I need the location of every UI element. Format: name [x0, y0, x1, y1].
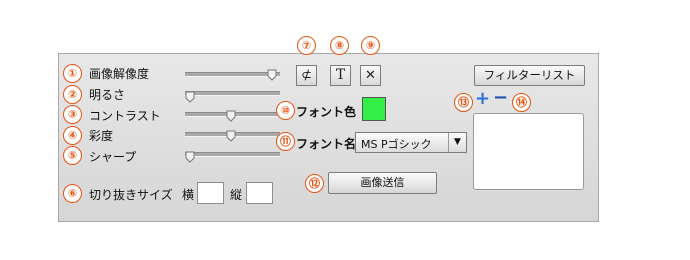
marker-3: ③ [63, 105, 82, 124]
resolution-slider-thumb[interactable] [267, 69, 277, 81]
crop-icon: ⊄ [301, 68, 312, 83]
contrast-slider-thumb[interactable] [226, 110, 236, 122]
font-name-select[interactable]: MS Pゴシック ▼ [355, 132, 467, 153]
add-filter-icon[interactable]: + [475, 89, 490, 109]
marker-12: ⑫ [305, 174, 324, 193]
text-tool-button[interactable]: T [330, 65, 351, 86]
send-image-button[interactable]: 画像送信 [328, 172, 437, 194]
filter-list-button[interactable]: フィルターリスト [474, 65, 585, 86]
marker-9: ⑨ [361, 36, 380, 55]
marker-11: ⑪ [276, 132, 295, 151]
saturation-slider-thumb[interactable] [226, 130, 236, 142]
font-color-swatch[interactable] [362, 97, 386, 121]
brightness-label: 明るさ [89, 88, 126, 102]
marker-10: ⑩ [276, 101, 295, 120]
marker-5: ⑤ [63, 146, 82, 165]
marker-7: ⑦ [297, 36, 316, 55]
sharpness-slider-track[interactable] [185, 152, 280, 157]
sharpness-slider-thumb[interactable] [185, 151, 195, 163]
crop-tool-button[interactable]: ⊄ [296, 65, 317, 86]
marker-14: ⑭ [512, 93, 531, 112]
brightness-slider-track[interactable] [185, 91, 280, 96]
font-name-selected: MS Pゴシック [361, 138, 432, 151]
text-icon: T [335, 67, 346, 83]
crop-width-input[interactable] [197, 182, 224, 204]
marker-8: ⑧ [330, 36, 349, 55]
remove-filter-icon[interactable]: − [493, 88, 508, 108]
chevron-down-icon: ▼ [448, 133, 466, 152]
marker-13: ⑬ [454, 93, 473, 112]
marker-4: ④ [63, 126, 82, 145]
marker-1: ① [63, 64, 82, 83]
contrast-label: コントラスト [89, 109, 161, 123]
filter-list-box[interactable] [473, 113, 584, 190]
crop-height-input[interactable] [246, 182, 273, 204]
close-icon: ✕ [365, 68, 376, 83]
crop-height-label: 縦 [230, 188, 243, 202]
resolution-slider-track[interactable] [185, 72, 280, 77]
font-name-label: フォント名 [296, 137, 357, 151]
font-color-label: フォント色 [296, 105, 357, 119]
crop-width-label: 横 [182, 188, 195, 202]
close-tool-button[interactable]: ✕ [360, 65, 381, 86]
resolution-label: 画像解像度 [89, 67, 150, 81]
marker-6: ⑥ [63, 184, 82, 203]
marker-2: ② [63, 85, 82, 104]
crop-size-label: 切り抜きサイズ [89, 188, 173, 202]
sharpness-label: シャープ [89, 150, 137, 164]
saturation-label: 彩度 [89, 129, 114, 143]
brightness-slider-thumb[interactable] [185, 91, 195, 103]
